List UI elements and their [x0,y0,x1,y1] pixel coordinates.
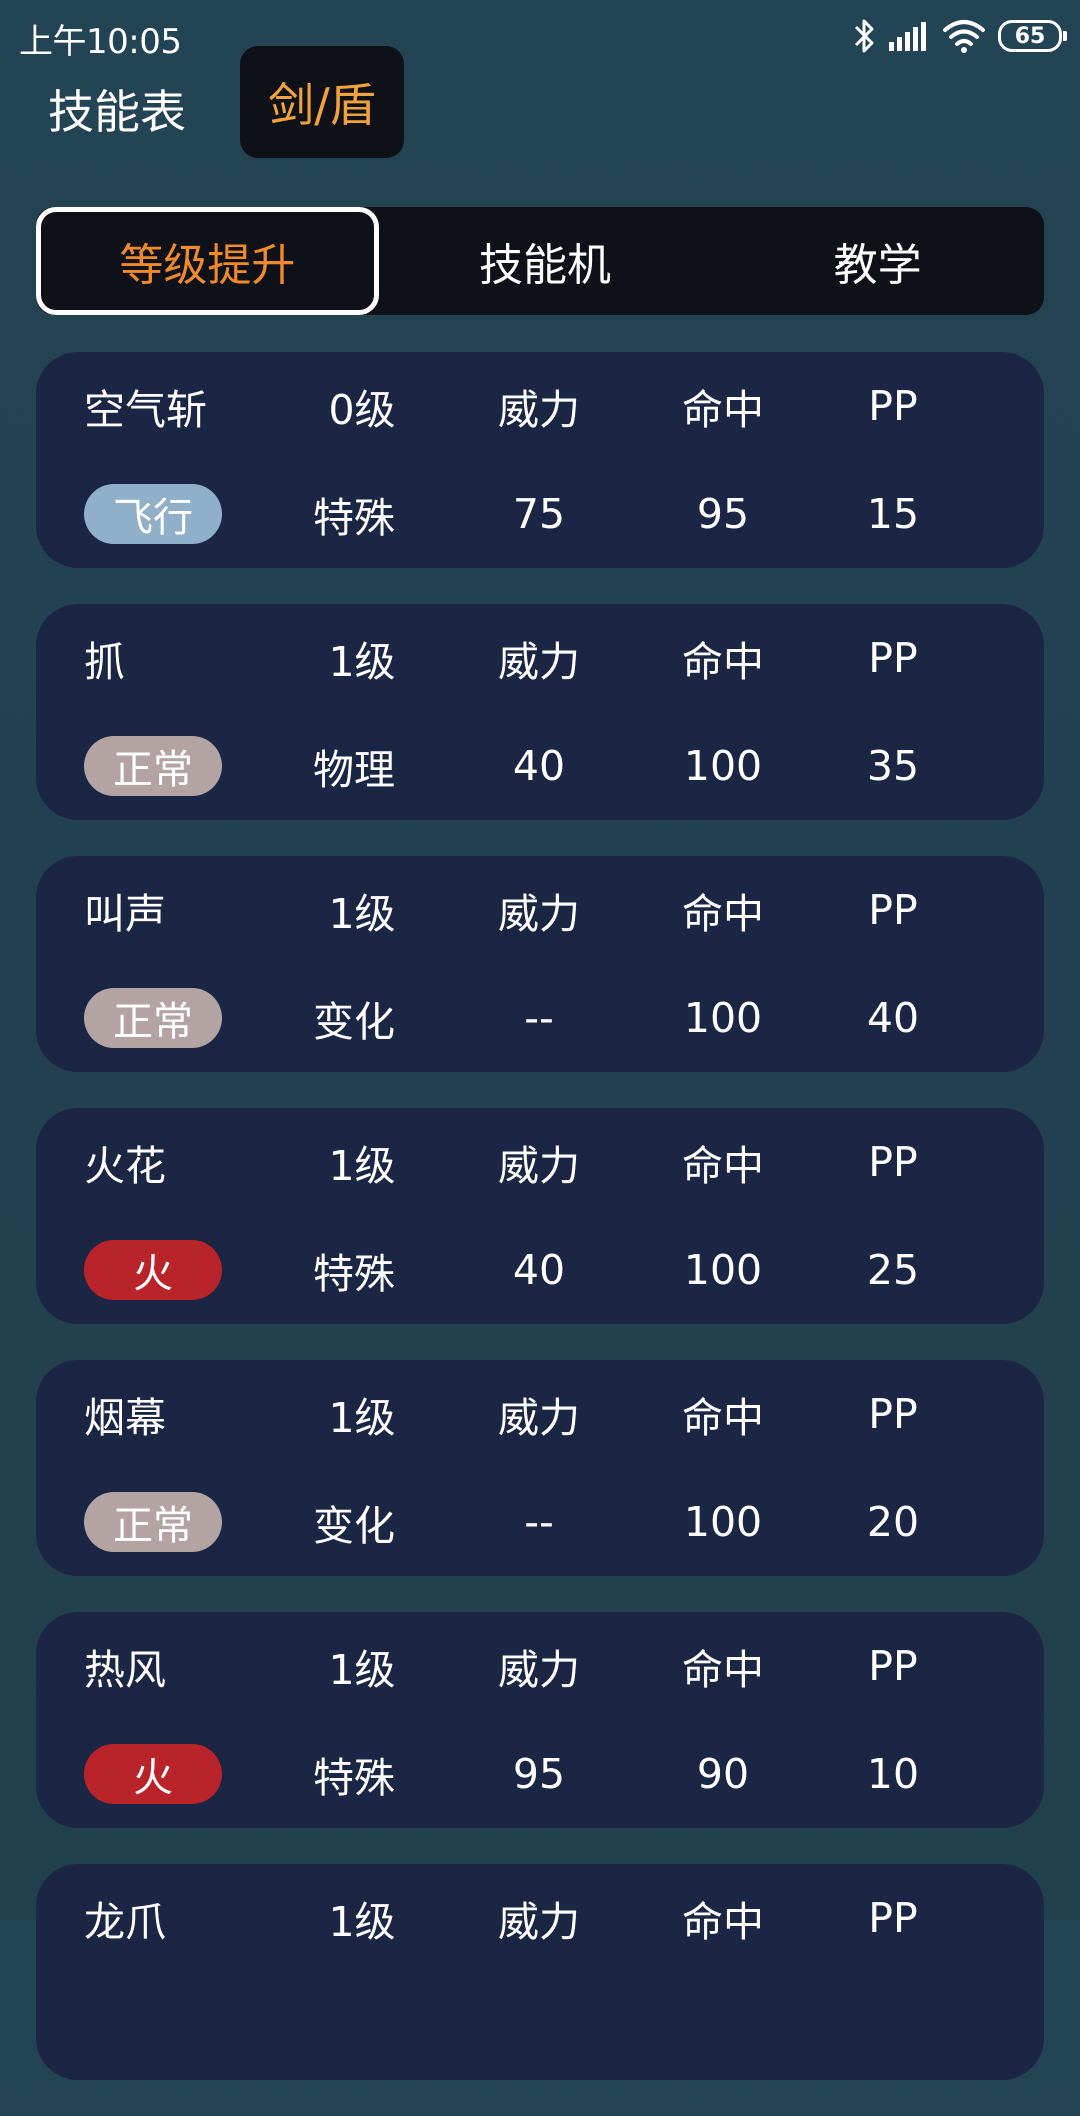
accuracy-label: 命中 [682,1142,764,1190]
move-name: 火花 [84,1142,166,1190]
move-level: 0级 [328,386,396,434]
move-name: 烟幕 [84,1394,166,1442]
power-label: 威力 [498,1898,580,1946]
accuracy-value: 90 [696,1750,750,1798]
power-value: 40 [512,1246,566,1294]
pp-label: PP [868,1642,918,1690]
status-icons: 65 [852,16,1067,56]
pp-label: PP [868,634,918,682]
move-name: 叫声 [84,890,166,938]
power-label: 威力 [498,386,580,434]
move-card[interactable]: 叫声 1级 威力 命中 PP 正常 变化 -- 100 40 [36,856,1044,1072]
bluetooth-icon [854,19,874,53]
game-version-button[interactable]: 剑/盾 [240,46,404,158]
move-name: 空气斩 [84,386,207,434]
move-list: 空气斩 0级 威力 命中 PP 飞行 特殊 75 95 15 抓 1级 威力 命… [36,352,1044,2116]
power-label: 威力 [498,1646,580,1694]
battery-icon: 65 [998,20,1067,52]
pp-label: PP [868,1138,918,1186]
status-bar: 上午10:05 65 [0,0,1080,72]
pp-value: 20 [866,1498,920,1546]
move-category: 变化 [313,998,395,1046]
move-name: 龙爪 [84,1898,166,1946]
power-value: 95 [512,1750,566,1798]
tab-bar: 等级提升 技能机 教学 [36,207,1044,315]
move-category: 物理 [313,746,395,794]
move-category: 特殊 [313,1250,395,1298]
pp-value: 40 [866,994,920,1042]
tab-tm[interactable]: 技能机 [379,207,712,315]
accuracy-value: 95 [696,490,750,538]
move-category: 特殊 [313,1754,395,1802]
accuracy-value: 100 [683,742,763,790]
move-card[interactable]: 抓 1级 威力 命中 PP 正常 物理 40 100 35 [36,604,1044,820]
type-badge: 正常 [84,1492,222,1552]
move-level: 1级 [328,1142,396,1190]
power-value: 40 [512,742,566,790]
accuracy-label: 命中 [682,890,764,938]
power-label: 威力 [498,1394,580,1442]
type-badge: 火 [84,1744,222,1804]
pp-value: 25 [866,1246,920,1294]
accuracy-label: 命中 [682,1646,764,1694]
power-value: 75 [512,490,566,538]
type-badge: 飞行 [84,484,222,544]
accuracy-label: 命中 [682,386,764,434]
accuracy-label: 命中 [682,638,764,686]
type-badge: 正常 [84,736,222,796]
tab-tutor[interactable]: 教学 [711,207,1044,315]
accuracy-value: 100 [683,1246,763,1294]
move-level: 1级 [328,1394,396,1442]
move-card[interactable]: 热风 1级 威力 命中 PP 火 特殊 95 90 10 [36,1612,1044,1828]
move-category: 变化 [313,1502,395,1550]
move-card[interactable]: 空气斩 0级 威力 命中 PP 飞行 特殊 75 95 15 [36,352,1044,568]
pp-label: PP [868,1894,918,1942]
status-time: 上午10:05 [19,22,182,62]
pp-value: 35 [866,742,920,790]
wifi-icon [943,20,985,53]
move-card[interactable]: 烟幕 1级 威力 命中 PP 正常 变化 -- 100 20 [36,1360,1044,1576]
accuracy-label: 命中 [682,1394,764,1442]
move-card[interactable]: 龙爪 1级 威力 命中 PP [36,1864,1044,2080]
accuracy-value: 100 [683,994,763,1042]
type-badge: 正常 [84,988,222,1048]
pp-value: 10 [866,1750,920,1798]
move-level: 1级 [328,890,396,938]
pp-label: PP [868,886,918,934]
move-name: 抓 [84,638,125,686]
move-name: 热风 [84,1646,166,1694]
power-value: -- [524,1498,554,1546]
move-card[interactable]: 火花 1级 威力 命中 PP 火 特殊 40 100 25 [36,1108,1044,1324]
pp-label: PP [868,382,918,430]
move-level: 1级 [328,638,396,686]
signal-icon [889,22,926,51]
accuracy-value: 100 [683,1498,763,1546]
type-badge: 火 [84,1240,222,1300]
pp-value: 15 [866,490,920,538]
move-category: 特殊 [313,494,395,542]
move-level: 1级 [328,1898,396,1946]
power-label: 威力 [498,1142,580,1190]
move-level: 1级 [328,1646,396,1694]
accuracy-label: 命中 [682,1898,764,1946]
page-title: 技能表 [48,85,186,139]
power-value: -- [524,994,554,1042]
power-label: 威力 [498,638,580,686]
tab-level-up[interactable]: 等级提升 [36,207,379,315]
pp-label: PP [868,1390,918,1438]
power-label: 威力 [498,890,580,938]
